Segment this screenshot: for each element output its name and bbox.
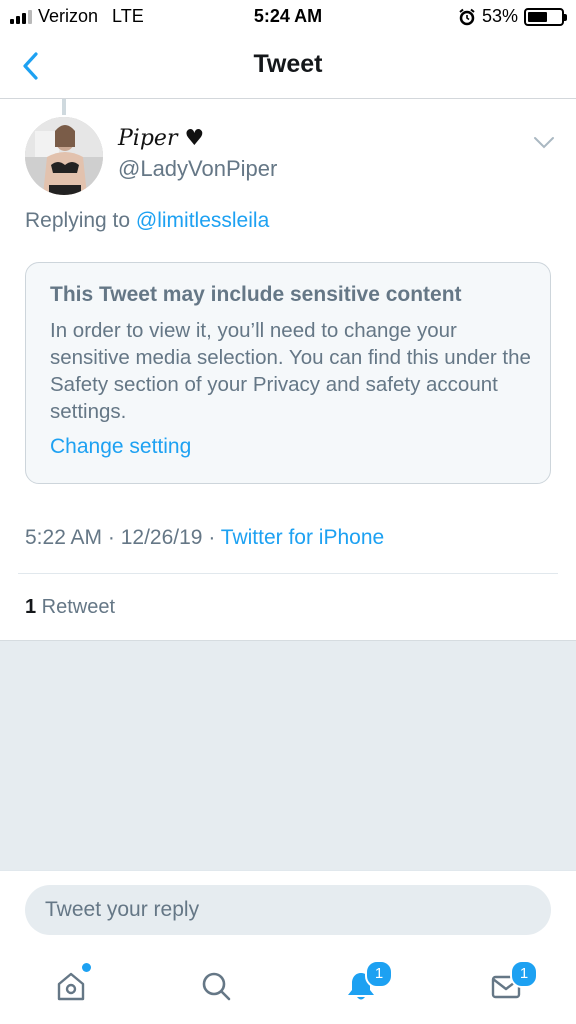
avatar-photo [25,117,103,195]
mention-link[interactable]: @limitlessleila [136,209,269,232]
navigation-bar: Tweet [0,34,576,99]
tab-home[interactable] [47,962,95,1010]
sensitive-content-notice: This Tweet may include sensitive content… [25,262,551,484]
sensitive-title: This Tweet may include sensitive content [50,283,462,306]
messages-badge: 1 [510,960,538,988]
tweet-date: 12/26/19 [120,526,203,549]
reply-input[interactable]: Tweet your reply [25,885,551,935]
sensitive-body: In order to view it, you’ll need to chan… [50,319,531,423]
tab-notifications[interactable]: 1 [337,960,393,1010]
tab-bar: 1 1 [0,948,576,1024]
status-bar: Verizon LTE 5:24 AM 53% [0,0,576,34]
search-icon [202,972,231,1001]
client-link[interactable]: Twitter for iPhone [221,526,384,549]
notifications-badge: 1 [365,960,393,988]
tweet-metadata: 5:22 AM · 12/26/19 · Twitter for iPhone [25,526,384,550]
tweet-time: 5:22 AM [25,526,103,549]
status-right: 53% [458,6,567,27]
retweet-number: 1 [25,596,37,618]
alarm-icon [459,8,475,25]
avatar[interactable] [25,117,103,195]
retweet-label: Retweet [36,596,116,618]
tab-search[interactable] [192,962,240,1010]
display-name[interactable]: Piper ♥ [118,126,204,151]
home-icon [57,972,85,1001]
tab-messages[interactable]: 1 [482,960,538,1010]
battery-percent: 53% [481,6,518,26]
thread-connector-line [62,99,66,115]
meta-separator: · [102,526,121,549]
divider [18,573,558,574]
empty-replies-area [0,640,576,871]
page-title: Tweet [253,50,323,78]
retweet-count[interactable]: 1 Retweet [25,596,115,619]
chevron-down-icon[interactable] [533,136,555,150]
replying-to: Replying to @limitlessleila [25,209,269,233]
home-new-indicator [82,963,91,972]
meta-separator: · [202,526,221,549]
replying-label: Replying to [25,209,131,232]
change-setting-link[interactable]: Change setting [50,435,191,459]
user-handle[interactable]: @LadyVonPiper [118,156,277,182]
battery-icon [524,7,567,26]
